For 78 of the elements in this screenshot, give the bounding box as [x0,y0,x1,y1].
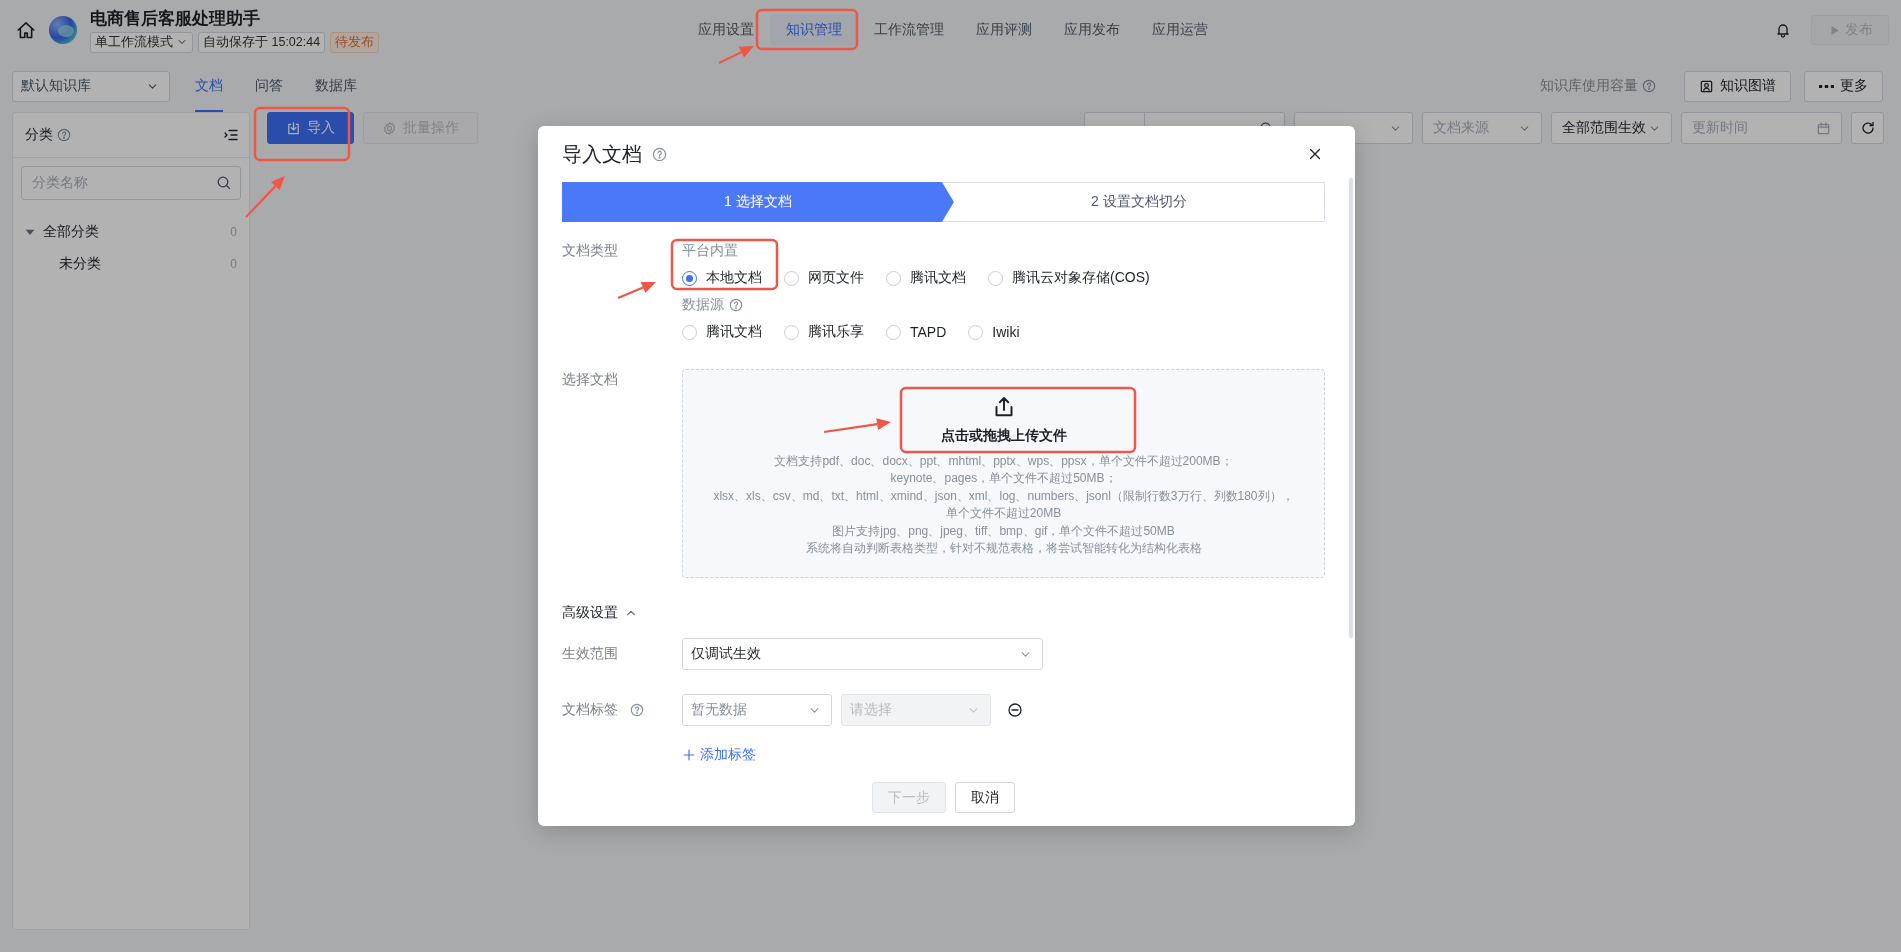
refresh-icon [1859,120,1876,136]
format-note: 系统将自动判断表格类型，针对不规范表格，将尝试智能转化为结构化表格 [805,540,1202,558]
scope-select[interactable]: 仅调试生效 [682,638,1043,670]
sphere-logo [48,15,78,45]
item-count: 0 [230,257,237,271]
capacity-label: 知识库使用容量 [1540,77,1638,95]
section-title: 高级设置 [562,604,618,622]
annotation-arrow [823,418,891,434]
group-label: 数据源 [682,296,724,314]
radio-label[interactable]: 腾讯文档 [706,323,762,341]
radio-label[interactable]: 腾讯文档 [910,269,966,287]
help-icon[interactable] [630,703,644,717]
autosave-status: 自动保存于 15:02:44 [198,31,326,53]
field-label: 文档类型 [562,242,618,260]
tag-key-select[interactable]: 暂无数据 [682,694,832,726]
content-tab[interactable]: 数据库 [315,60,357,112]
remove-icon[interactable] [1007,702,1023,718]
import-icon [286,120,301,136]
close-icon[interactable] [1307,146,1323,162]
format-note: 文档支持pdf、doc、docx、ppt、mhtml、pptx、wps、ppsx，单个文件不超过200MB； [774,453,1233,470]
format-note: keynote、pages，单个文件不超过50MB； [890,470,1117,488]
collapse-icon[interactable] [223,127,239,143]
nav-tab[interactable]: 应用设置 [681,14,770,46]
nav-tab[interactable]: 知识管理 [769,14,858,46]
group-label: 平台内置 [682,242,738,260]
dialog-button[interactable]: 取消 [955,782,1015,813]
annotation-arrow [617,281,656,299]
nav-tab[interactable]: 应用运营 [1135,14,1224,46]
help-icon[interactable] [729,298,743,312]
bell-icon[interactable] [1775,22,1791,38]
upload-area[interactable] [682,369,1325,578]
filter-select[interactable]: 全部范围生效 [1551,112,1672,144]
plus-icon [682,748,696,762]
nav-tab[interactable]: 应用评测 [959,14,1048,46]
refresh-button[interactable] [1851,112,1884,144]
scrollbar[interactable] [1349,178,1353,638]
radio-label[interactable]: Iwiki [992,324,1020,340]
radio-label[interactable]: 本地文档 [706,269,762,287]
image-frame-icon [1699,78,1714,94]
search-icon[interactable] [216,175,232,191]
panel-title: 分类 [25,126,53,144]
tree-label: 全部分类 [43,223,100,241]
calendar-icon [1816,120,1831,136]
mode-select[interactable]: 单工作流模式 [90,31,193,53]
format-note: xlsx、xls、csv、md、txt、html、xmind、json、xml、log、numbers、jsonl（限制行数3万行、列数180列）， [713,487,1294,505]
help-icon[interactable] [57,128,71,142]
add-tag-link[interactable]: 添加标签 [682,746,756,764]
toolbar-button[interactable]: 知识图谱 [1684,70,1791,102]
format-note: 单个文件不超过20MB [945,505,1062,523]
field-label: 生效范围 [562,645,618,663]
item-count: 0 [230,225,237,239]
home-icon[interactable] [16,20,36,40]
radio-label[interactable]: 网页文件 [808,269,864,287]
action-button[interactable]: 导入 [267,112,354,144]
gear-icon [382,120,397,136]
toolbar-button[interactable]: 更多 [1804,70,1883,102]
knowledge-base-select[interactable]: 默认知识库 [12,70,170,102]
field-label: 文档标签 [562,701,618,719]
nav-tab[interactable]: 应用发布 [1047,14,1136,46]
status-tag: 待发布 [330,31,380,53]
dialog-title: 导入文档 [562,141,642,167]
field-label: 选择文档 [562,371,618,389]
radio-label[interactable]: TAPD [910,324,947,340]
format-note: 图片支持jpg、png、jpeg、tiff、bmp、gif，单个文件不超过50MB [832,522,1175,540]
radio-label[interactable]: 腾讯乐享 [808,323,864,341]
annotation-arrow [245,176,285,218]
step-tab[interactable]: 2 设置文档切分 [953,183,1324,221]
radio-label[interactable]: 腾讯云对象存储(COS) [1012,269,1150,287]
help-icon[interactable] [1642,79,1656,93]
help-icon[interactable] [652,146,667,162]
nav-tab[interactable]: 工作流管理 [857,14,960,46]
step-tab[interactable]: 1 选择文档 [562,182,954,222]
tree-label: 未分类 [59,255,102,273]
app-title: 电商售后客服处理助手 [90,7,261,30]
annotation-arrow [718,46,754,64]
content-tab[interactable]: 问答 [255,60,283,112]
more-icon [1819,84,1834,88]
upload-prompt: 点击或拖拽上传文件 [940,427,1067,445]
